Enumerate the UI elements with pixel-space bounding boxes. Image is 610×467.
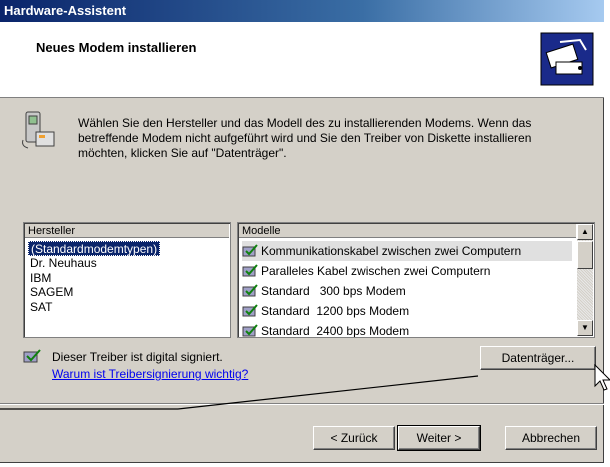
list-item[interactable]: Kommunikationskabel zwischen zwei Comput… (242, 241, 572, 261)
intro-text: Wählen Sie den Hersteller und das Modell… (78, 116, 532, 160)
model-list-header[interactable]: Modelle (239, 224, 576, 238)
modem-install-icon (540, 32, 594, 86)
scroll-thumb[interactable] (577, 241, 593, 269)
back-button[interactable]: < Zurück (313, 426, 395, 450)
window-title: Hardware-Assistent (0, 0, 604, 22)
list-item[interactable]: Paralleles Kabel zwischen zwei Computern (242, 261, 572, 281)
model-label: Kommunikationskabel zwischen zwei Comput… (261, 244, 522, 258)
page-title: Neues Modem installieren (36, 40, 197, 55)
list-item[interactable]: SAGEM (28, 285, 160, 300)
model-label: Paralleles Kabel zwischen zwei Computern (261, 264, 491, 278)
model-list-scrollbar[interactable]: ▲ ▼ (577, 224, 593, 336)
next-button[interactable]: Weiter > (397, 425, 481, 451)
signature-status: Dieser Treiber ist digital signiert. (52, 350, 223, 364)
signed-driver-icon (23, 349, 41, 363)
list-item[interactable]: Dr. Neuhaus (28, 256, 160, 271)
mouse-cursor-icon (594, 364, 610, 391)
divider (0, 403, 604, 405)
hardware-wizard-window: Hardware-Assistent Neues Modem installie… (0, 0, 604, 463)
signed-driver-icon (242, 244, 258, 257)
list-item[interactable]: Standard 300 bps Modem (242, 281, 572, 301)
wizard-header: Neues Modem installieren (0, 22, 604, 98)
signed-driver-icon (242, 324, 258, 337)
scroll-down-icon[interactable]: ▼ (577, 320, 593, 336)
model-label: Standard 2400 bps Modem (261, 324, 410, 338)
have-disk-button[interactable]: Datenträger... (480, 346, 596, 370)
list-item[interactable]: IBM (28, 271, 160, 286)
manufacturer-items: (Standardmodemtypen) Dr. Neuhaus IBM SAG… (28, 241, 161, 315)
model-label: Standard 1200 bps Modem (261, 304, 410, 318)
manufacturer-list-header[interactable]: Hersteller (25, 224, 229, 238)
model-list[interactable]: Modelle Kommunikationskabel zwischen zwe… (237, 222, 595, 338)
signed-driver-icon (242, 304, 258, 317)
signed-driver-icon (242, 264, 258, 277)
manufacturer-list[interactable]: Hersteller (Standardmodemtypen) Dr. Neuh… (23, 222, 231, 338)
scroll-up-icon[interactable]: ▲ (577, 224, 593, 240)
list-item[interactable]: Standard 1200 bps Modem (242, 301, 572, 321)
model-label: Standard 300 bps Modem (261, 284, 406, 298)
list-item[interactable]: Standard 2400 bps Modem (242, 321, 572, 338)
list-item[interactable]: SAT (28, 300, 160, 315)
list-item[interactable]: (Standardmodemtypen) (28, 241, 161, 256)
signed-driver-icon (242, 284, 258, 297)
modem-phone-icon (22, 111, 55, 149)
cancel-button[interactable]: Abbrechen (505, 426, 597, 450)
signature-info-link[interactable]: Warum ist Treibersignierung wichtig? (52, 367, 248, 381)
model-items: Kommunikationskabel zwischen zwei Comput… (242, 241, 572, 338)
